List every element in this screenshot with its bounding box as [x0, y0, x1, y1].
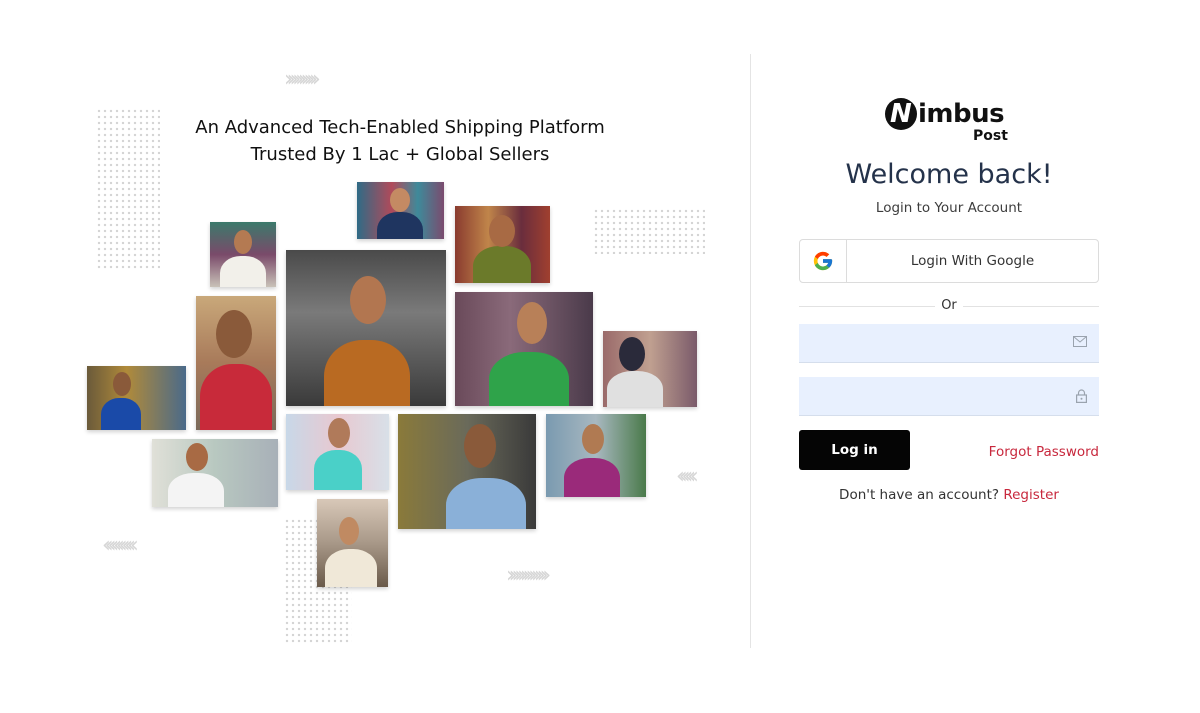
welcome-heading: Welcome back! — [845, 159, 1053, 190]
seller-photo — [286, 250, 446, 406]
decor-chevrons: ››››››››››› — [284, 67, 321, 92]
google-icon-container — [800, 240, 847, 282]
logo-wordmark: imbus — [918, 99, 1005, 129]
logo-subtext: Post — [973, 128, 1008, 144]
forgot-password-link[interactable]: Forgot Password — [969, 443, 1099, 461]
decor-chevrons: ‹‹‹‹‹‹‹‹‹‹‹ — [102, 533, 139, 558]
logo-letter: N — [890, 99, 912, 129]
or-separator: Or — [799, 297, 1099, 315]
login-subtitle: Login to Your Account — [875, 200, 1023, 216]
decor-chevrons: ‹‹‹‹‹‹ — [676, 464, 699, 489]
seller-photo — [210, 222, 276, 287]
seller-photo — [455, 206, 550, 283]
or-label: Or — [935, 297, 963, 315]
hero-headline-line2: Trusted By 1 Lac + Global Sellers — [250, 144, 550, 165]
password-input[interactable] — [799, 377, 1079, 415]
register-prompt: Don't have an account? Register — [799, 486, 1099, 504]
seller-photo — [286, 414, 389, 490]
seller-photo — [196, 296, 276, 430]
google-icon — [813, 251, 833, 271]
seller-photo — [87, 366, 186, 430]
mail-icon — [1073, 336, 1087, 347]
login-page: ››››››››››› ‹‹‹‹‹‹ ‹‹‹‹‹‹‹‹‹‹‹ ›››››››››… — [0, 0, 1200, 713]
seller-photo — [398, 414, 536, 529]
login-button[interactable]: Log in — [799, 430, 910, 470]
decor-chevrons: ›››››››››››››› — [506, 563, 551, 588]
seller-photo — [152, 439, 278, 507]
seller-photo — [455, 292, 593, 406]
login-panel: N imbus Post Welcome back! Login to Your… — [751, 0, 1200, 713]
hero-panel: ››››››››››› ‹‹‹‹‹‹ ‹‹‹‹‹‹‹‹‹‹‹ ›››››››››… — [0, 0, 750, 713]
seller-photo — [357, 182, 444, 239]
email-field[interactable] — [799, 324, 1099, 363]
email-input[interactable] — [799, 324, 1079, 362]
seller-photo — [603, 331, 697, 407]
decor-dots — [593, 208, 705, 254]
lock-icon — [1076, 389, 1087, 403]
google-login-label: Login With Google — [910, 253, 1035, 269]
hero-headline: An Advanced Tech-Enabled Shipping Platfo… — [150, 114, 650, 168]
password-field[interactable] — [799, 377, 1099, 416]
google-login-button[interactable]: Login With Google — [799, 239, 1099, 283]
logo-mark: N — [885, 98, 917, 130]
hero-headline-line1: An Advanced Tech-Enabled Shipping Platfo… — [195, 117, 605, 138]
no-account-text: Don't have an account? — [839, 487, 1000, 503]
brand-logo: N imbus Post — [885, 98, 1015, 146]
seller-photo — [317, 499, 388, 587]
register-link[interactable]: Register — [1003, 487, 1059, 503]
seller-photo — [546, 414, 646, 497]
